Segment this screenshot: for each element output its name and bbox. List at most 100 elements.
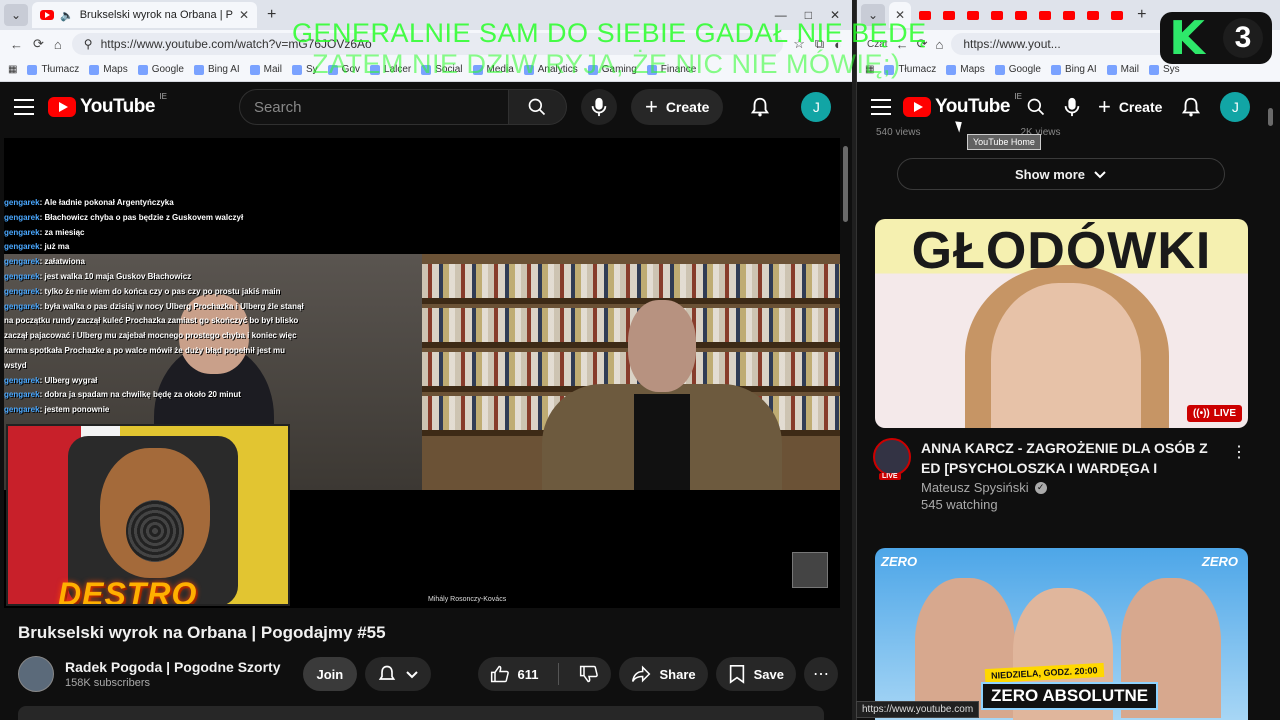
- channel-name[interactable]: Mateusz Spysiński ✓: [921, 480, 1231, 495]
- reload-icon[interactable]: ⟳: [917, 36, 928, 52]
- tab-active[interactable]: 🔈 Brukselski wyrok na Orbana | P ✕: [32, 2, 258, 28]
- bookmark-item[interactable]: Tłumacz: [884, 64, 936, 75]
- tab-close-icon[interactable]: ✕: [239, 8, 249, 22]
- tab-youtube[interactable]: [1035, 5, 1055, 25]
- create-button[interactable]: + Create: [630, 89, 724, 125]
- bookmark-left-label[interactable]: Czat: [867, 39, 888, 50]
- youtube-logo[interactable]: YouTube IE: [903, 92, 1022, 118]
- profile-icon[interactable]: ◐: [834, 37, 842, 52]
- show-more-button[interactable]: Show more: [897, 158, 1225, 190]
- tab-youtube[interactable]: [1011, 5, 1031, 25]
- favorites-star-icon[interactable]: ☆: [793, 36, 805, 52]
- close-window-button[interactable]: ✕: [830, 8, 840, 22]
- bookmark-item[interactable]: Bing AI: [193, 64, 240, 75]
- video-title[interactable]: ANNA KARCZ - ZAGROŻENIE DLA OSÓB Z ED [P…: [921, 438, 1231, 478]
- more-actions-button[interactable]: ⋯: [804, 657, 838, 691]
- bookmark-item[interactable]: Maps: [946, 64, 985, 75]
- minimize-button[interactable]: —: [775, 8, 787, 22]
- share-button[interactable]: Share: [619, 657, 708, 691]
- hamburger-menu-icon[interactable]: [871, 99, 891, 115]
- like-button[interactable]: 611: [478, 657, 551, 691]
- address-bar[interactable]: ⚲ https://www.youtube.com/watch?v=mG76JO…: [71, 33, 784, 55]
- search-icon[interactable]: [1026, 97, 1046, 117]
- extensions-icon[interactable]: ⧉: [815, 36, 824, 52]
- account-avatar[interactable]: J: [801, 92, 832, 122]
- bookmark-item[interactable]: Gov: [327, 64, 360, 75]
- reload-icon[interactable]: ⟳: [33, 36, 44, 52]
- tab-youtube[interactable]: [915, 5, 935, 25]
- bookmark-item[interactable]: Maps: [89, 64, 128, 75]
- bookmark-item[interactable]: Google: [137, 64, 184, 75]
- tab-actions-menu[interactable]: ⌄: [861, 4, 885, 26]
- watching-count: 545 watching: [921, 497, 998, 512]
- bookmarks-apps-icon[interactable]: ▦: [865, 64, 874, 75]
- bookmark-item[interactable]: Media: [472, 64, 514, 75]
- bookmark-item[interactable]: Sy: [292, 64, 318, 75]
- microphone-icon[interactable]: [1064, 97, 1080, 117]
- tab-active-right[interactable]: ✕: [889, 2, 912, 28]
- back-icon[interactable]: ←: [896, 37, 909, 52]
- bookmarks-apps-icon[interactable]: ▦: [8, 64, 17, 75]
- search-button[interactable]: [508, 89, 567, 125]
- scrollbar[interactable]: [843, 146, 848, 222]
- bookmark-item[interactable]: Sys: [1149, 64, 1180, 75]
- notifications-bell-icon[interactable]: [1180, 96, 1202, 118]
- bookmark-item[interactable]: Tłumacz: [27, 64, 79, 75]
- home-icon[interactable]: ⌂: [54, 37, 62, 52]
- new-tab-button[interactable]: +: [261, 6, 282, 24]
- share-arrow-icon: [632, 665, 651, 683]
- bookmark-item[interactable]: Mail: [1106, 64, 1139, 75]
- bookmark-item[interactable]: Bing AI: [1050, 64, 1097, 75]
- speaker-icon[interactable]: 🔈: [60, 9, 74, 22]
- status-bar-url: https://www.youtube.com: [856, 701, 980, 718]
- bookmark-item[interactable]: Analytics: [523, 64, 578, 75]
- account-avatar[interactable]: J: [1220, 92, 1251, 122]
- bookmark-item[interactable]: Google: [994, 64, 1041, 75]
- guest-name-caption: Mihály Rosonczy-Kovács: [428, 596, 507, 603]
- tab-actions-menu[interactable]: ⌄: [4, 4, 28, 26]
- recommended-video[interactable]: LIVE ANNA KARCZ - ZAGROŻENIE DLA OSÓB Z …: [873, 438, 1253, 512]
- video-thumbnail[interactable]: GŁODÓWKI ((•)) LIVE: [875, 219, 1248, 428]
- video-options-icon[interactable]: ⋮: [1231, 442, 1247, 462]
- notifications-bell-icon[interactable]: [749, 96, 771, 118]
- youtube-logo[interactable]: YouTube IE: [48, 92, 167, 118]
- subscription-bell-button[interactable]: [365, 657, 432, 691]
- bookmark-item[interactable]: Social: [421, 64, 463, 75]
- create-button[interactable]: + Create: [1092, 89, 1168, 125]
- hamburger-menu-icon[interactable]: [14, 99, 34, 115]
- plus-icon: +: [1097, 94, 1111, 119]
- tab-youtube[interactable]: [963, 5, 983, 25]
- bookmark-item[interactable]: Gaming: [587, 64, 637, 75]
- channel-avatar[interactable]: [18, 656, 54, 692]
- video-thumbnail[interactable]: ZERO ZERO NIEDZIELA, GODZ. 20:00 ZERO AB…: [875, 548, 1248, 720]
- save-button[interactable]: Save: [715, 657, 796, 691]
- bookmark-item[interactable]: Finance: [646, 64, 696, 75]
- search-bar: Search: [238, 89, 567, 125]
- search-input[interactable]: Search: [238, 89, 509, 125]
- new-tab-button[interactable]: +: [1131, 6, 1152, 24]
- voice-search-button[interactable]: [580, 89, 617, 125]
- tab-youtube[interactable]: [1107, 5, 1127, 25]
- bookmark-item[interactable]: Mail: [249, 64, 282, 75]
- join-button[interactable]: Join: [302, 657, 358, 691]
- kick-badge: K 3: [1160, 11, 1272, 65]
- site-info-icon[interactable]: ⚲: [84, 37, 93, 51]
- tab-close-icon[interactable]: ✕: [895, 8, 905, 22]
- video-player[interactable]: Mihály Rosonczy-Kovács gengarek: Ale ład…: [4, 138, 840, 608]
- tab-youtube[interactable]: [939, 5, 959, 25]
- maximize-button[interactable]: □: [805, 8, 812, 22]
- scrollbar[interactable]: [1268, 108, 1273, 126]
- bookmark-item[interactable]: Lalcer: [370, 64, 411, 75]
- channel-avatar[interactable]: LIVE: [873, 438, 911, 480]
- channel-name[interactable]: Radek Pogoda | Pogodne Szorty: [65, 659, 281, 675]
- channel-watermark: [792, 552, 828, 588]
- tab-youtube[interactable]: [987, 5, 1007, 25]
- search-icon: [529, 98, 546, 116]
- tab-strip: [915, 5, 1127, 25]
- back-icon[interactable]: ←: [10, 37, 23, 52]
- description-box[interactable]: [18, 706, 824, 720]
- home-icon[interactable]: ⌂: [935, 37, 943, 52]
- tab-youtube[interactable]: [1059, 5, 1079, 25]
- dislike-button[interactable]: [567, 657, 611, 691]
- tab-youtube[interactable]: [1083, 5, 1103, 25]
